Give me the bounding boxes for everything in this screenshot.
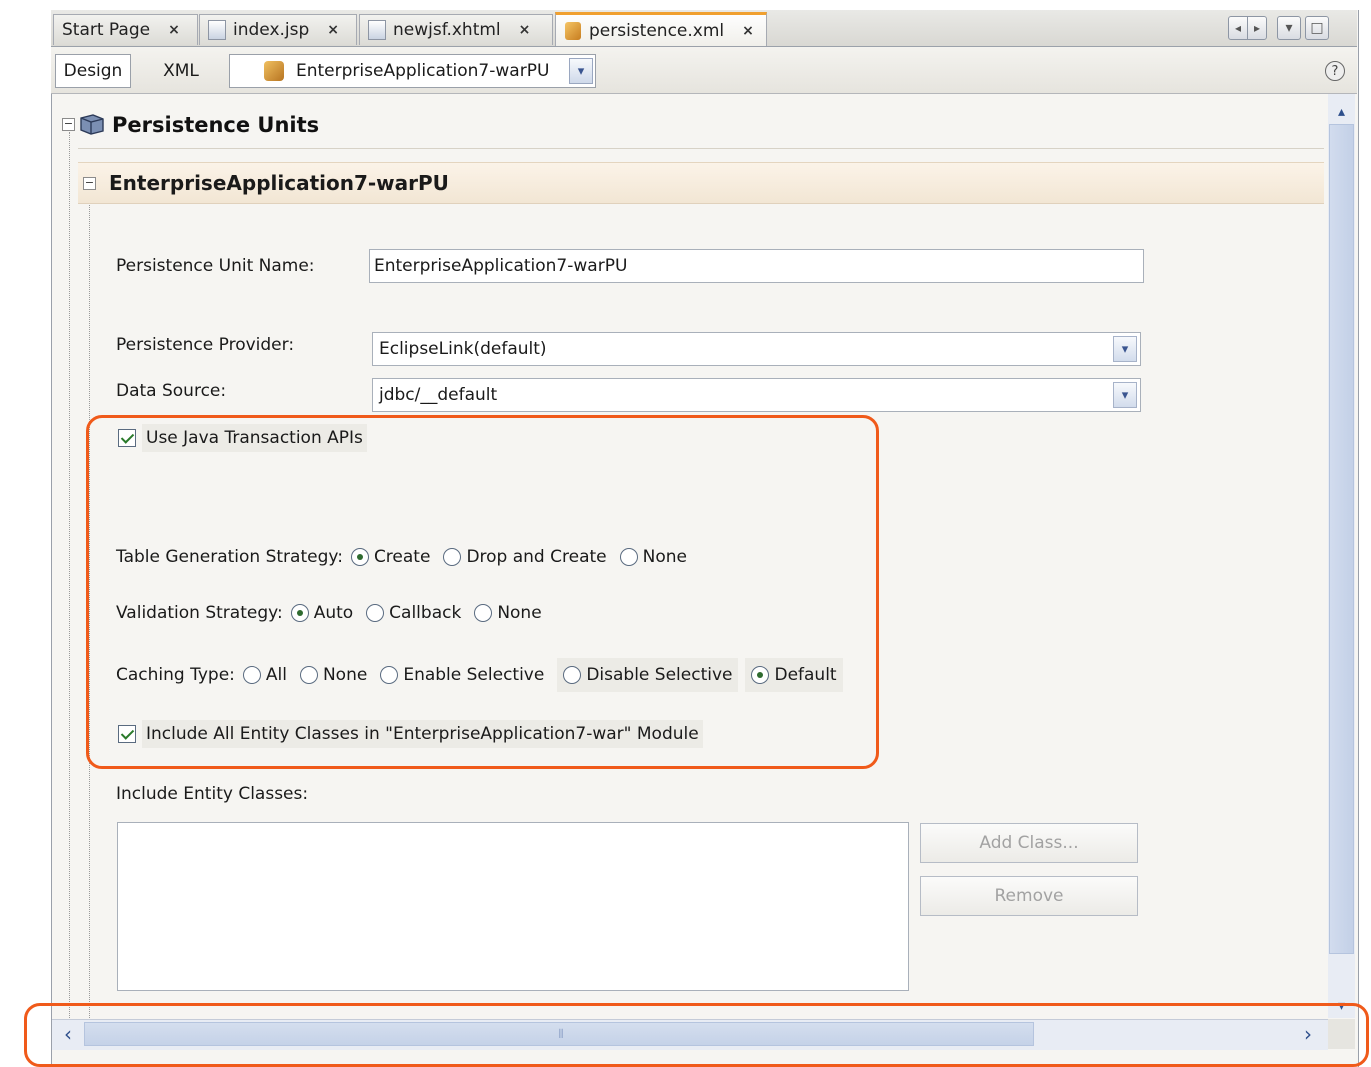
tab-persistence-xml[interactable]: persistence.xml × xyxy=(555,12,767,46)
jsp-file-icon xyxy=(208,20,226,40)
xhtml-file-icon xyxy=(368,20,386,40)
design-view-button[interactable]: Design xyxy=(55,54,131,88)
xml-view-button[interactable]: XML xyxy=(149,54,213,88)
help-icon[interactable]: ? xyxy=(1325,61,1345,81)
unit-name-input[interactable]: EnterpriseApplication7-warPU xyxy=(369,249,1144,283)
tree-guide-line xyxy=(69,132,70,1018)
section-title: Persistence Units xyxy=(112,113,320,137)
persistence-units-icon xyxy=(80,114,104,135)
tab-start-page[interactable]: Start Page × xyxy=(53,14,198,45)
scroll-up-icon[interactable]: ▴ xyxy=(1329,102,1354,122)
persistence-unit-header: − EnterpriseApplication7-warPU xyxy=(78,162,1324,204)
datasource-value: jdbc/__default xyxy=(379,385,498,405)
close-icon[interactable]: × xyxy=(742,23,754,39)
editor-tab-strip: Start Page × index.jsp × newjsf.xhtml × … xyxy=(51,10,1357,47)
divider xyxy=(78,148,1324,149)
datasource-select[interactable]: jdbc/__default ▾ xyxy=(372,378,1141,412)
selected-unit-label: EnterpriseApplication7-warPU xyxy=(296,61,550,81)
close-icon[interactable]: × xyxy=(327,22,339,38)
datasource-label: Data Source: xyxy=(116,381,227,401)
tab-label: index.jsp xyxy=(233,20,310,40)
tab-label: newjsf.xhtml xyxy=(393,20,501,40)
highlight-box-options xyxy=(86,415,879,769)
provider-select[interactable]: EclipseLink(default) ▾ xyxy=(372,332,1141,366)
collapse-persistence-units-icon[interactable]: − xyxy=(62,118,75,131)
highlight-box-scrollbar xyxy=(24,1003,1369,1067)
maximize-window-icon[interactable]: □ xyxy=(1305,16,1329,40)
scroll-tabs-left-icon[interactable]: ◂ xyxy=(1228,16,1248,40)
chevron-down-icon[interactable]: ▾ xyxy=(1113,382,1137,408)
persistence-unit-selector[interactable]: EnterpriseApplication7-warPU ▾ xyxy=(229,54,596,88)
tab-newjsf-xhtml[interactable]: newjsf.xhtml × xyxy=(359,14,553,45)
tab-label: persistence.xml xyxy=(589,20,725,41)
unit-header-label: EnterpriseApplication7-warPU xyxy=(109,171,449,195)
entity-classes-list[interactable] xyxy=(117,822,909,991)
editor-toolbar: Design XML EnterpriseApplication7-warPU … xyxy=(51,47,1357,94)
tab-label: Start Page xyxy=(62,20,151,40)
show-opened-documents-icon[interactable]: ▾ xyxy=(1277,16,1301,40)
persistence-unit-icon xyxy=(264,61,284,81)
provider-label: Persistence Provider: xyxy=(116,335,295,355)
scroll-tabs-right-icon[interactable]: ▸ xyxy=(1247,16,1267,40)
include-entities-label: Include Entity Classes: xyxy=(116,784,309,804)
chevron-down-icon[interactable]: ▾ xyxy=(569,58,593,84)
provider-value: EclipseLink(default) xyxy=(379,339,547,359)
add-class-button[interactable]: Add Class... xyxy=(920,823,1138,863)
xml-file-icon xyxy=(564,21,582,41)
remove-button[interactable]: Remove xyxy=(920,876,1138,916)
close-icon[interactable]: × xyxy=(168,22,180,38)
chevron-down-icon[interactable]: ▾ xyxy=(1113,336,1137,362)
vertical-scroll-thumb[interactable] xyxy=(1329,124,1354,954)
close-icon[interactable]: × xyxy=(519,22,531,38)
collapse-unit-icon[interactable]: − xyxy=(83,177,96,190)
tab-index-jsp[interactable]: index.jsp × xyxy=(199,14,357,45)
unit-name-label: Persistence Unit Name: xyxy=(116,256,315,276)
unit-name-value: EnterpriseApplication7-warPU xyxy=(374,256,628,276)
